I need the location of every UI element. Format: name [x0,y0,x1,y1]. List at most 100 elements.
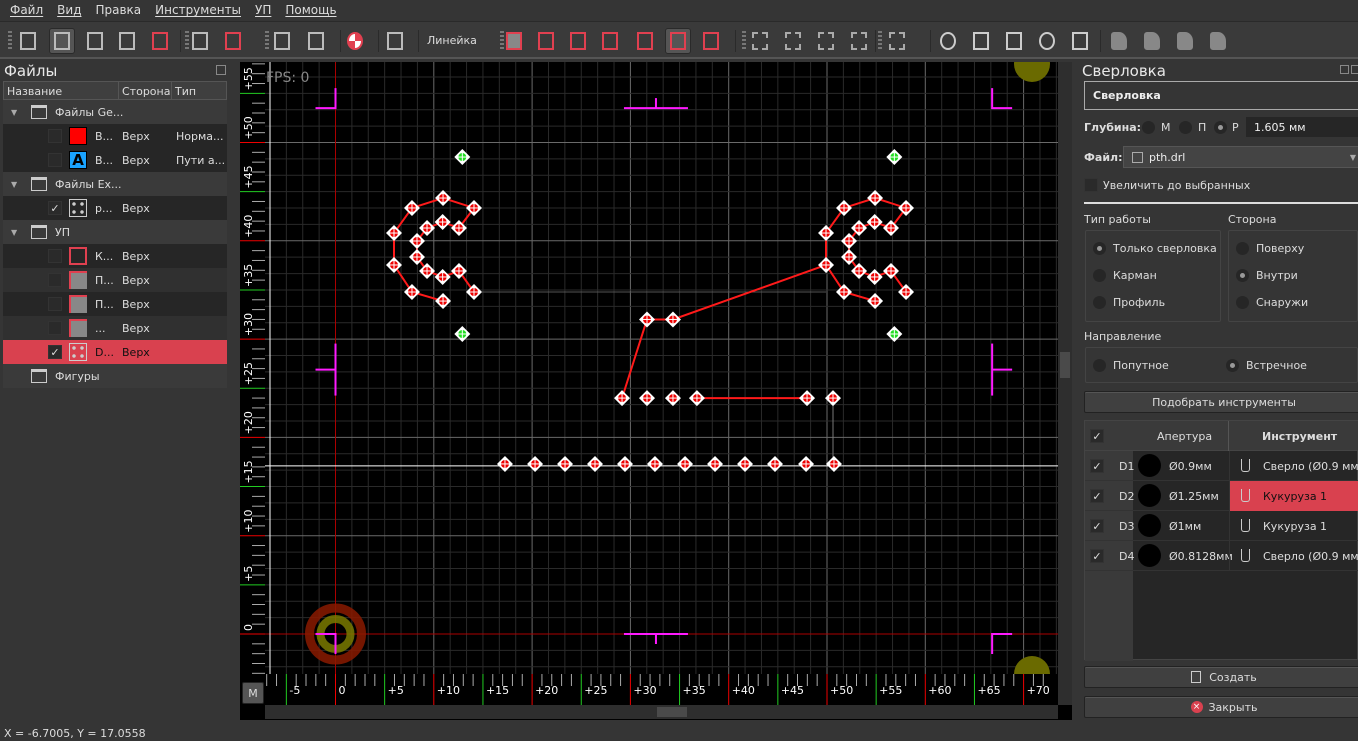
tool-cell[interactable]: Кукуруза 1 [1229,511,1358,541]
intersection-button[interactable] [1172,28,1198,54]
vertical-scrollbar[interactable] [1058,62,1072,705]
pocket-offset-button[interactable] [533,28,559,54]
side-radio[interactable] [1236,242,1249,255]
tree-item[interactable]: A В... Верх Пути а... [3,148,227,172]
open-button[interactable] [49,28,75,54]
tool-cell[interactable]: Сверло (Ø0.9 мм) [1229,541,1358,571]
xor-button[interactable] [1205,28,1231,54]
visibility-checkbox[interactable] [48,249,62,263]
tool-row[interactable]: ✓ D1 Ø0.9мм Сверло (Ø0.9 мм) [1085,451,1358,481]
save-all-button[interactable] [187,28,213,54]
voronoi-button[interactable] [597,28,623,54]
column-aperture[interactable]: Апертура [1157,430,1212,443]
vertical-scroll-thumb[interactable] [1060,352,1070,378]
profile-button[interactable] [501,28,527,54]
tree-group[interactable]: ▼ УП [3,220,227,244]
pocket-raster-button[interactable] [565,28,591,54]
work-type-radio[interactable] [1093,269,1106,282]
zoom-fit-button[interactable] [747,28,773,54]
column-name[interactable]: Название [4,82,119,99]
tree-item[interactable]: В... Верх Норма... [3,124,227,148]
tree-item[interactable]: ... Верх [3,316,227,340]
work-type-radio[interactable] [1093,296,1106,309]
pick-tools-button[interactable]: Подобрать инструменты [1084,391,1358,413]
file-select[interactable]: pth.drl ▼ [1123,146,1358,168]
float-panel-icon[interactable] [1340,65,1349,74]
column-type[interactable]: Тип [172,82,226,99]
caret-down-icon[interactable]: ▼ [11,228,17,237]
tool-row[interactable]: ✓ D4 Ø0.8128мм Сверло (Ø0.9 мм) [1085,541,1358,571]
horizontal-scrollbar[interactable] [265,705,1058,719]
close-panel-icon[interactable] [1351,65,1358,74]
menu-view[interactable]: Вид [57,3,81,17]
thermal-relief-button[interactable] [632,28,658,54]
select-all-button[interactable] [884,28,910,54]
close-file-button[interactable] [147,28,173,54]
visibility-checkbox[interactable] [48,273,62,287]
depth-radio-r[interactable] [1214,121,1227,134]
tool-checkbox[interactable]: ✓ [1090,549,1104,563]
save-as-button[interactable] [114,28,140,54]
difference-button[interactable] [1139,28,1165,54]
menu-help[interactable]: Помощь [285,3,336,17]
tool-checkbox[interactable]: ✓ [1090,459,1104,473]
zoom-page-button[interactable] [780,28,806,54]
tool-cell[interactable]: Кукуруза 1 [1229,481,1358,511]
visibility-checkbox[interactable] [48,321,62,335]
tree-item[interactable]: П... Верх [3,292,227,316]
properties-button[interactable] [303,28,329,54]
visibility-checkbox[interactable] [48,129,62,143]
menu-cnc[interactable]: УП [255,3,271,17]
visibility-checkbox[interactable]: ✓ [48,201,62,215]
zoom-to-selected-checkbox[interactable] [1084,178,1098,192]
thermal-button[interactable] [382,28,408,54]
caret-down-icon[interactable]: ▼ [11,108,17,117]
tree-item[interactable]: П... Верх [3,268,227,292]
zoom-out-button[interactable] [846,28,872,54]
tree-item[interactable]: К... Верх [3,244,227,268]
create-button[interactable]: Создать [1084,666,1358,688]
close-button[interactable]: × Закрыть [1084,696,1358,718]
depth-radio-p[interactable] [1179,121,1192,134]
menu-edit[interactable]: Правка [95,3,141,17]
visibility-checkbox[interactable] [48,153,62,167]
column-side[interactable]: Сторона [119,82,172,99]
select-all-checkbox[interactable]: ✓ [1090,429,1104,443]
circle-button[interactable] [935,28,961,54]
menu-file[interactable]: Файл [10,3,43,17]
line-button[interactable] [1001,28,1027,54]
depth-value-input[interactable]: 1.605 мм [1246,117,1358,137]
visibility-checkbox[interactable]: ✓ [48,345,62,359]
canvas-svg[interactable]: -5 0 +5 +10 +15 +20 +25 +30 +35 +40 +45 +50 +55 +60 +6… [220,46,1072,720]
tree-item[interactable]: ✓ D... Верх [3,340,227,364]
toolbar-grip[interactable] [878,31,882,51]
tree-group[interactable]: Фигуры [3,364,227,388]
visibility-checkbox[interactable] [48,297,62,311]
tool-checkbox[interactable]: ✓ [1090,519,1104,533]
save-button[interactable] [82,28,108,54]
tree-item[interactable]: ✓ p... Верх [3,196,227,220]
menu-tools[interactable]: Инструменты [155,3,241,17]
rectangle-button[interactable] [968,28,994,54]
crosshatch-button[interactable] [698,28,724,54]
tree-group[interactable]: ▼ Файлы Ge... [3,100,227,124]
arc-button[interactable] [1034,28,1060,54]
zoom-in-button[interactable] [813,28,839,54]
pcb-canvas[interactable]: -5 0 +5 +10 +15 +20 +25 +30 +35 +40 +45 +50 +55 +60 +6… [220,46,1072,720]
float-panel-icon[interactable] [216,65,226,75]
new-button[interactable] [15,28,41,54]
left-splitter[interactable] [229,60,239,725]
run-button[interactable] [269,28,295,54]
ruler-mode-button[interactable]: M [242,682,264,704]
work-type-radio[interactable] [1093,242,1106,255]
origin-button[interactable] [342,28,368,54]
tool-checkbox[interactable]: ✓ [1090,489,1104,503]
tool-cell[interactable]: Сверло (Ø0.9 мм) [1229,451,1358,481]
tree-group[interactable]: ▼ Файлы Ex... [3,172,227,196]
operation-name-input[interactable]: Сверловка [1084,81,1358,110]
ruler-button[interactable]: Линейка [427,34,477,47]
column-tool[interactable]: Инструмент [1262,430,1337,443]
caret-down-icon[interactable]: ▼ [11,180,17,189]
horizontal-scroll-thumb[interactable] [657,707,687,717]
tool-row[interactable]: ✓ D2 Ø1.25мм Кукуруза 1 [1085,481,1358,511]
